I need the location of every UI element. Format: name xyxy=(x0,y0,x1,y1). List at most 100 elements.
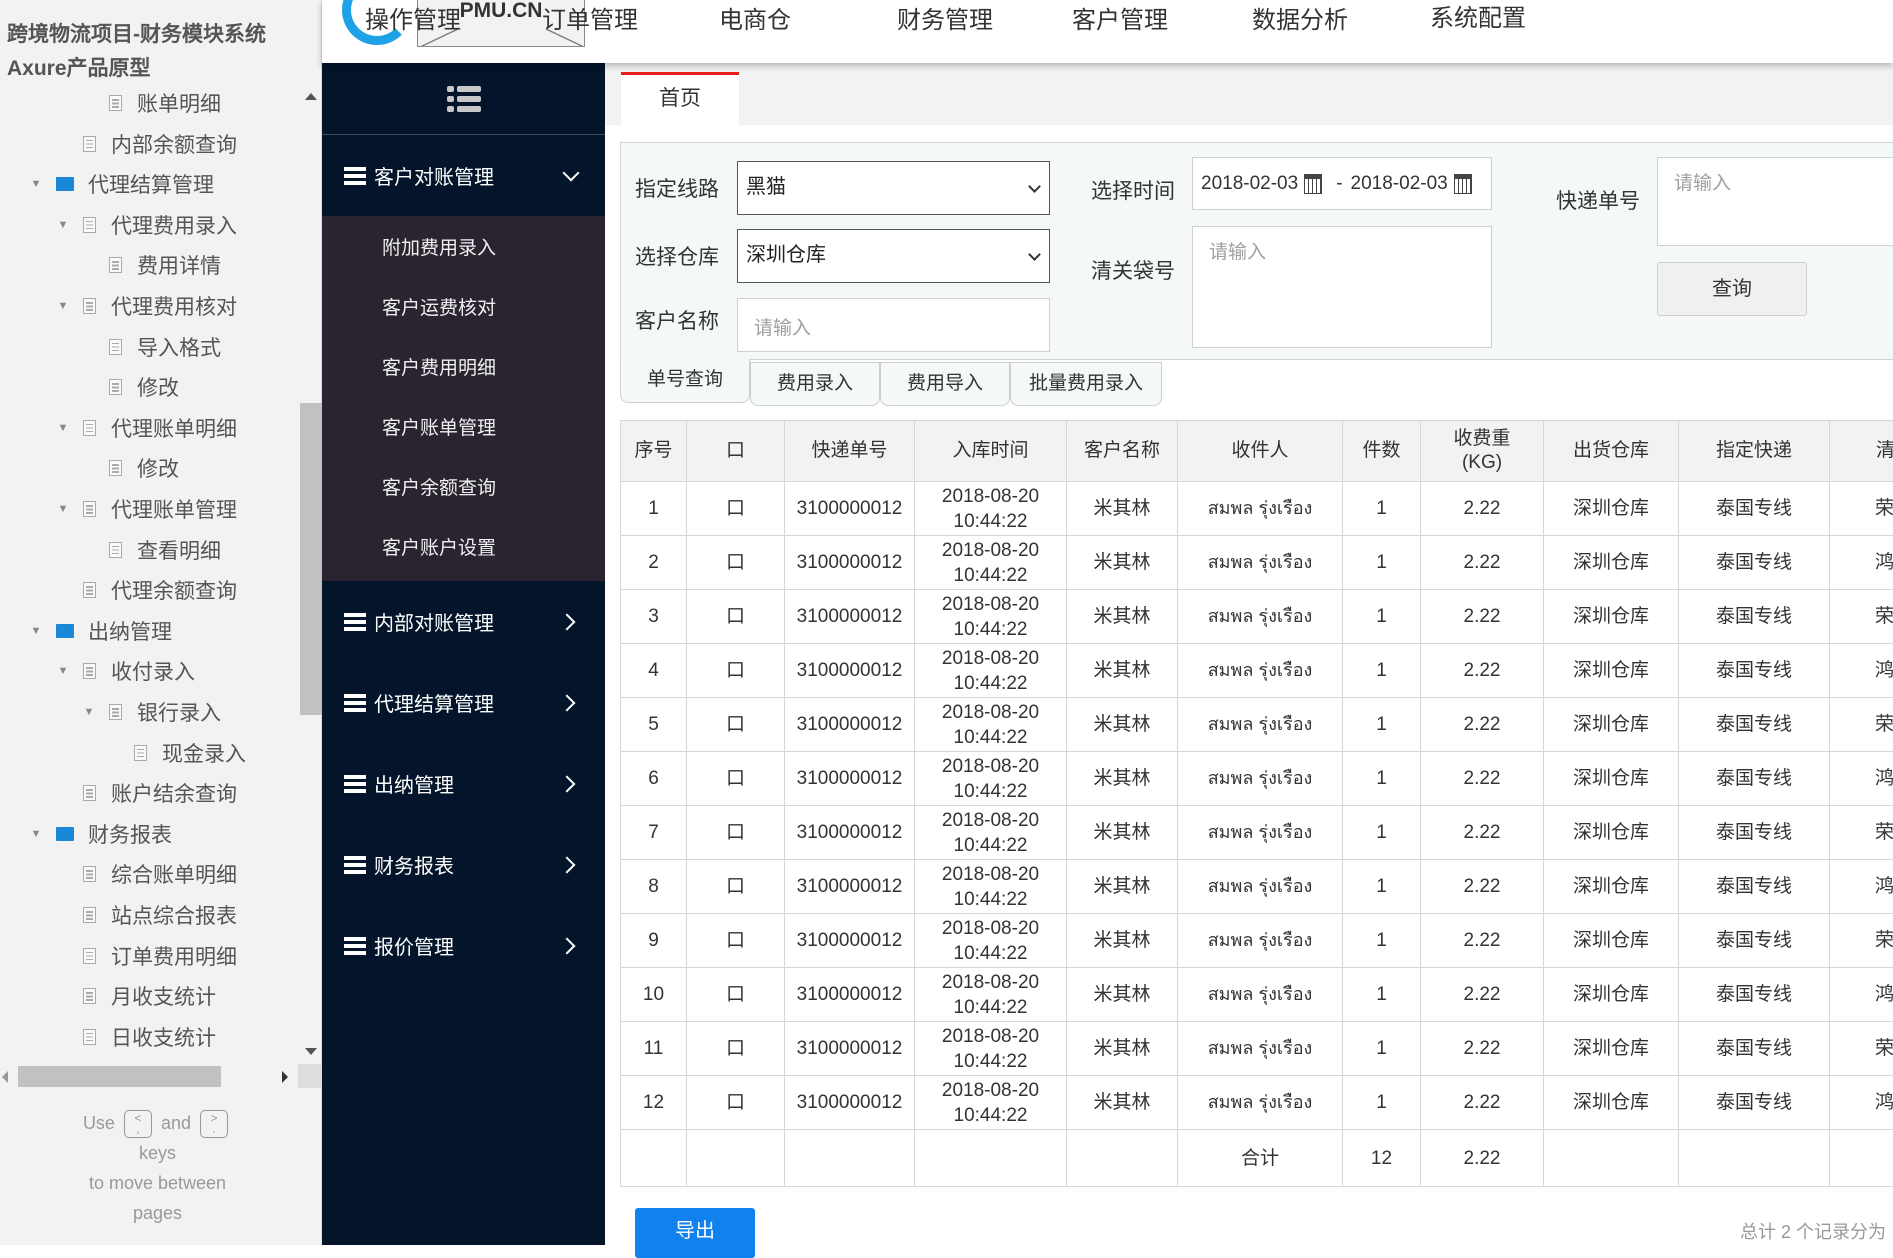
scroll-left-arrow-icon[interactable] xyxy=(2,1071,8,1083)
scrollbar-thumb[interactable] xyxy=(18,1066,221,1087)
nav-subitem[interactable]: 附加费用录入 xyxy=(322,219,605,279)
row-checkbox[interactable]: 口 xyxy=(687,914,785,968)
table-row[interactable]: 7口31000000122018-08-20 10:44:22米其林สมพล ร… xyxy=(621,806,1893,860)
date-from[interactable]: 2018-02-03 xyxy=(1201,173,1298,195)
sitemap-item[interactable]: 查看明细 xyxy=(109,530,221,570)
query-tab[interactable]: 单号查询 xyxy=(620,359,750,403)
table-row[interactable]: 5口31000000122018-08-20 10:44:22米其林สมพล ร… xyxy=(621,698,1893,752)
expand-triangle-icon[interactable]: ▼ xyxy=(57,301,69,311)
sitemap-item[interactable]: ▼代理结算管理 xyxy=(30,164,214,204)
row-checkbox[interactable]: 口 xyxy=(687,644,785,698)
customer-name-input[interactable]: 请输入 xyxy=(737,298,1050,352)
scroll-up-arrow-icon[interactable] xyxy=(305,93,317,100)
sitemap-item[interactable]: 导入格式 xyxy=(109,327,221,367)
query-tab[interactable]: 费用录入 xyxy=(750,362,880,406)
table-row[interactable]: 3口31000000122018-08-20 10:44:22米其林สมพล ร… xyxy=(621,590,1893,644)
top-nav-item[interactable]: 客户管理 xyxy=(1072,0,1168,35)
expand-triangle-icon[interactable]: ▼ xyxy=(57,504,69,514)
expand-triangle-icon[interactable]: ▼ xyxy=(30,829,42,839)
scroll-right-arrow-icon[interactable] xyxy=(282,1071,288,1083)
expand-triangle-icon[interactable]: ▼ xyxy=(57,220,69,230)
table-row[interactable]: 2口31000000122018-08-20 10:44:22米其林สมพล ร… xyxy=(621,536,1893,590)
row-checkbox[interactable]: 口 xyxy=(687,1022,785,1076)
row-checkbox[interactable]: 口 xyxy=(687,860,785,914)
sitemap-item[interactable]: 修改 xyxy=(109,367,179,407)
sitemap-item[interactable]: 日收支统计 xyxy=(83,1017,216,1057)
expand-triangle-icon[interactable]: ▼ xyxy=(30,626,42,636)
top-nav-item[interactable]: 电商仓 xyxy=(719,0,791,35)
row-checkbox[interactable]: 口 xyxy=(687,752,785,806)
row-checkbox[interactable]: 口 xyxy=(687,590,785,644)
top-nav-item[interactable]: 数据分析 xyxy=(1252,0,1348,35)
sitemap-item[interactable]: 现金录入 xyxy=(134,733,246,773)
nav-group[interactable]: 财务报表 xyxy=(322,824,605,905)
nav-subitem[interactable]: 客户运费核对 xyxy=(322,279,605,339)
warehouse-select[interactable]: 深圳仓库 xyxy=(737,229,1050,283)
query-tab[interactable]: 费用导入 xyxy=(880,362,1010,406)
sitemap-item[interactable]: ▼财务报表 xyxy=(30,814,172,854)
sitemap-item[interactable]: 站点综合报表 xyxy=(83,895,237,935)
table-row[interactable]: 11口31000000122018-08-20 10:44:22米其林สมพล … xyxy=(621,1022,1893,1076)
sitemap-vertical-scrollbar[interactable] xyxy=(300,83,322,1063)
top-nav-item[interactable]: 订单管理 xyxy=(542,0,638,35)
column-header[interactable]: 口 xyxy=(687,421,785,482)
expand-triangle-icon[interactable]: ▼ xyxy=(57,666,69,676)
top-nav-item[interactable]: 财务管理 xyxy=(897,0,993,35)
row-checkbox[interactable]: 口 xyxy=(687,536,785,590)
nav-group[interactable]: 出纳管理 xyxy=(322,743,605,824)
table-row[interactable]: 8口31000000122018-08-20 10:44:22米其林สมพล ร… xyxy=(621,860,1893,914)
top-nav-item[interactable]: 系统配置 xyxy=(1430,0,1526,33)
row-checkbox[interactable]: 口 xyxy=(687,968,785,1022)
expand-triangle-icon[interactable]: ▼ xyxy=(83,707,95,717)
expand-triangle-icon[interactable]: ▼ xyxy=(57,423,69,433)
scrollbar-thumb[interactable] xyxy=(300,403,322,715)
nav-group[interactable]: 客户对账管理 xyxy=(322,135,605,216)
sitemap-item[interactable]: 内部余额查询 xyxy=(83,124,237,164)
sitemap-item[interactable]: ▼代理费用录入 xyxy=(57,205,237,245)
table-row[interactable]: 4口31000000122018-08-20 10:44:22米其林สมพล ร… xyxy=(621,644,1893,698)
query-button[interactable]: 查询 xyxy=(1657,262,1807,316)
sitemap-item[interactable]: 月收支统计 xyxy=(83,976,216,1016)
row-checkbox[interactable]: 口 xyxy=(687,482,785,536)
sitemap-item[interactable]: ▼代理账单管理 xyxy=(57,489,237,529)
table-row[interactable]: 6口31000000122018-08-20 10:44:22米其林สมพล ร… xyxy=(621,752,1893,806)
expand-triangle-icon[interactable]: ▼ xyxy=(30,179,42,189)
customs-bag-textarea[interactable]: 请输入 xyxy=(1192,226,1492,348)
sitemap-horizontal-scrollbar[interactable] xyxy=(0,1063,300,1087)
sitemap-item[interactable]: 修改 xyxy=(109,448,179,488)
table-row[interactable]: 9口31000000122018-08-20 10:44:22米其林สมพล ร… xyxy=(621,914,1893,968)
sitemap-item[interactable]: ▼银行录入 xyxy=(83,692,221,732)
query-tab[interactable]: 批量费用录入 xyxy=(1010,362,1162,406)
route-select[interactable]: 黑猫 xyxy=(737,161,1050,215)
date-to[interactable]: 2018-02-03 xyxy=(1351,173,1448,195)
row-checkbox[interactable]: 口 xyxy=(687,1076,785,1130)
nav-subitem[interactable]: 客户账户设置 xyxy=(322,519,605,579)
top-nav-item[interactable]: 操作管理 xyxy=(365,0,461,35)
nav-subitem[interactable]: 客户余额查询 xyxy=(322,459,605,519)
sitemap-item[interactable]: 代理余额查询 xyxy=(83,570,237,610)
sitemap-item[interactable]: ▼收付录入 xyxy=(57,651,195,691)
nav-group[interactable]: 报价管理 xyxy=(322,905,605,986)
sitemap-item[interactable]: 综合账单明细 xyxy=(83,854,237,894)
tracking-number-textarea[interactable]: 请输入 xyxy=(1657,157,1893,246)
sitemap-item[interactable]: 账户结余查询 xyxy=(83,773,237,813)
tab-home[interactable]: 首页 xyxy=(621,72,739,125)
nav-toggle-button[interactable] xyxy=(322,63,605,135)
nav-group[interactable]: 内部对账管理 xyxy=(322,581,605,662)
nav-subitem[interactable]: 客户账单管理 xyxy=(322,399,605,459)
row-checkbox[interactable]: 口 xyxy=(687,698,785,752)
table-row[interactable]: 1口31000000122018-08-20 10:44:22米其林สมพล ร… xyxy=(621,482,1893,536)
calendar-icon[interactable] xyxy=(1454,174,1472,194)
sitemap-item[interactable]: ▼代理费用核对 xyxy=(57,286,237,326)
sitemap-item[interactable]: ▼出纳管理 xyxy=(30,611,172,651)
sitemap-item[interactable]: 账单明细 xyxy=(109,83,221,123)
export-button[interactable]: 导出 xyxy=(635,1208,755,1258)
scroll-down-arrow-icon[interactable] xyxy=(305,1048,317,1055)
sitemap-item[interactable]: 费用详情 xyxy=(109,245,221,285)
nav-group[interactable]: 代理结算管理 xyxy=(322,662,605,743)
table-row[interactable]: 10口31000000122018-08-20 10:44:22米其林สมพล … xyxy=(621,968,1893,1022)
table-row[interactable]: 12口31000000122018-08-20 10:44:22米其林สมพล … xyxy=(621,1076,1893,1130)
sitemap-item[interactable]: ▼代理账单明细 xyxy=(57,408,237,448)
sitemap-item[interactable]: 订单费用明细 xyxy=(83,936,237,976)
row-checkbox[interactable]: 口 xyxy=(687,806,785,860)
